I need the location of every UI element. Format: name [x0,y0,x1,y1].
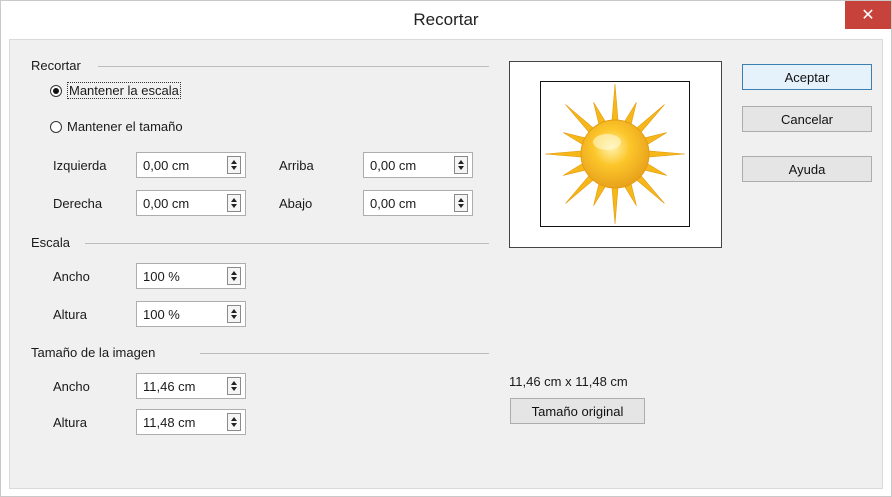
left-value: 0,00 cm [143,157,190,173]
right-label: Derecha [53,196,103,211]
bottom-value: 0,00 cm [370,195,417,211]
top-label: Arriba [279,158,314,173]
title-bar: Recortar ✕ [1,1,891,39]
spin-down-icon [231,277,237,281]
image-size-section-divider [200,353,489,354]
keep-size-radio[interactable] [50,120,62,133]
spin-up-icon [231,160,237,164]
bottom-field[interactable]: 0,00 cm [363,190,473,216]
image-dimensions-text: 11,46 cm x 11,48 cm [509,374,628,389]
right-spin-buttons[interactable] [227,194,241,212]
scale-height-label: Altura [53,307,87,322]
spin-up-icon [458,198,464,202]
keep-size-label: Mantener el tamaño [67,119,183,134]
scale-width-label: Ancho [53,269,90,284]
bottom-label: Abajo [279,196,313,211]
spin-down-icon [231,204,237,208]
keep-scale-label: Mantener la escala [67,82,181,99]
crop-section-title: Recortar [31,58,81,73]
image-height-value: 11,48 cm [143,414,196,430]
spin-down-icon [231,315,237,319]
left-spin-buttons[interactable] [227,156,241,174]
window-title: Recortar [413,10,479,29]
scale-section-title: Escala [31,235,71,250]
sun-ray [646,150,686,158]
original-size-button[interactable]: Tamaño original [510,398,645,424]
spin-down-icon [231,423,237,427]
cancel-button[interactable]: Cancelar [742,106,872,132]
left-label: Izquierda [53,158,107,173]
spin-down-icon [231,166,237,170]
crop-section-divider [98,66,489,67]
scale-width-value: 100 % [143,268,180,284]
scale-height-value: 100 % [143,306,180,322]
scale-section-divider [85,243,489,244]
spin-up-icon [231,271,237,275]
dialog-body: Recortar Mantener la escala Mantener el … [9,39,883,489]
top-field[interactable]: 0,00 cm [363,152,473,178]
image-preview [509,61,722,248]
close-icon: ✕ [861,7,875,24]
spin-up-icon [231,198,237,202]
help-button[interactable]: Ayuda [742,156,872,182]
spin-down-icon [458,166,464,170]
sun-ray [634,104,665,135]
image-size-section-title: Tamaño de la imagen [31,345,156,360]
spin-down-icon [231,387,237,391]
crop-dialog: Recortar ✕ Recortar Mantener la escala M… [0,0,892,497]
image-width-spin-buttons[interactable] [227,377,241,395]
scale-height-spin-buttons[interactable] [227,305,241,323]
bottom-spin-buttons[interactable] [454,194,468,212]
close-button[interactable]: ✕ [845,1,891,29]
sun-ray [611,83,619,123]
image-width-value: 11,46 cm [143,378,196,394]
scale-width-spin-buttons[interactable] [227,267,241,285]
spin-up-icon [231,309,237,313]
keep-scale-radio[interactable] [50,84,62,97]
scale-height-field[interactable]: 100 % [136,301,246,327]
left-field[interactable]: 0,00 cm [136,152,246,178]
top-spin-buttons[interactable] [454,156,468,174]
preview-frame [540,81,690,227]
top-value: 0,00 cm [370,157,417,173]
scale-width-field[interactable]: 100 % [136,263,246,289]
sun-ray [565,173,596,204]
sun-ray [611,185,619,225]
image-height-label: Altura [53,415,87,430]
ok-button[interactable]: Aceptar [742,64,872,90]
spin-down-icon [458,204,464,208]
spin-up-icon [231,381,237,385]
image-width-label: Ancho [53,379,90,394]
image-height-spin-buttons[interactable] [227,413,241,431]
image-height-field[interactable]: 11,48 cm [136,409,246,435]
right-field[interactable]: 0,00 cm [136,190,246,216]
spin-up-icon [231,417,237,421]
keep-scale-option[interactable]: Mantener la escala [50,82,181,99]
image-width-field[interactable]: 11,46 cm [136,373,246,399]
sun-ray [634,173,665,204]
sun-ray [565,104,596,135]
right-value: 0,00 cm [143,195,190,211]
spin-up-icon [458,160,464,164]
sun-ray [544,150,584,158]
keep-size-option[interactable]: Mantener el tamaño [50,119,183,134]
sun-image-icon [544,83,686,225]
